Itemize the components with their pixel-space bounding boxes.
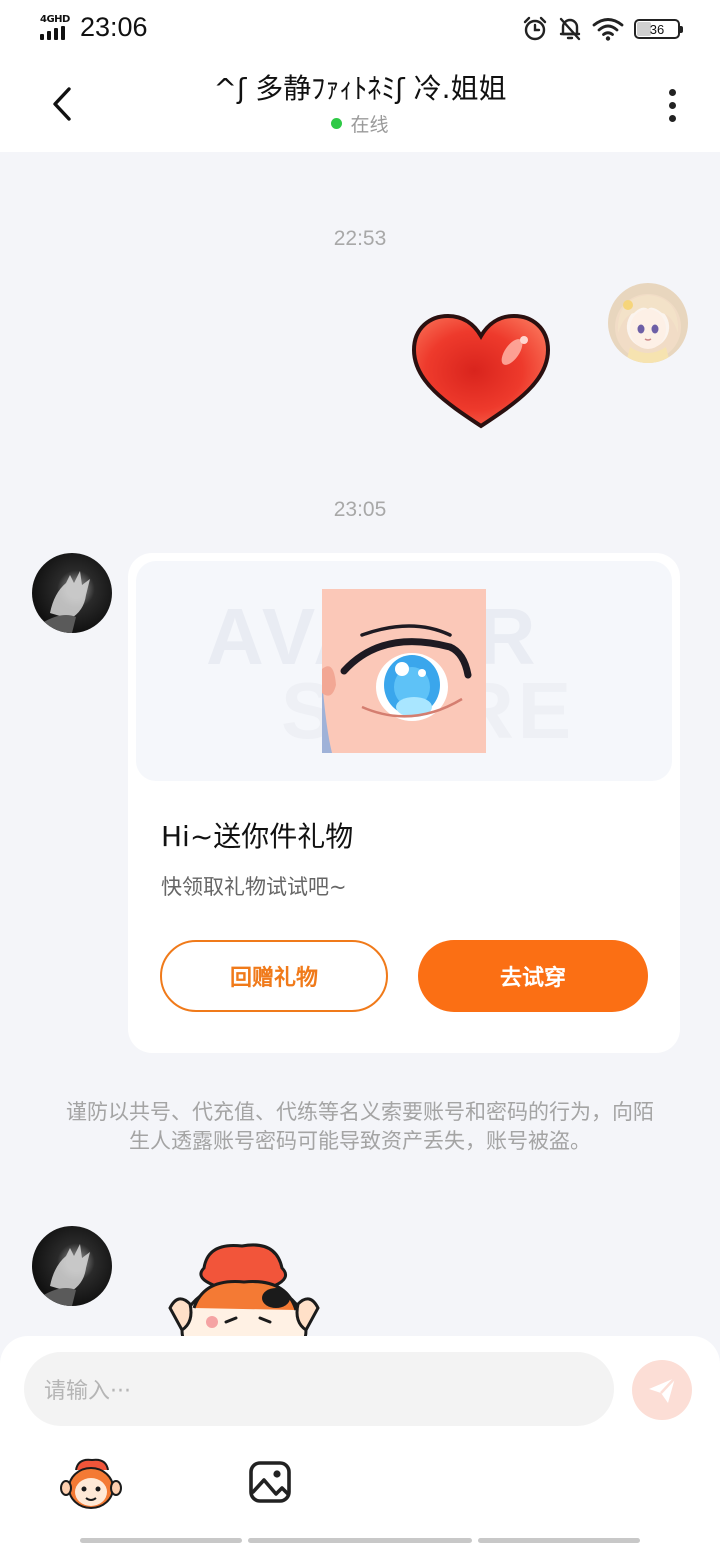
alarm-icon (523, 16, 547, 41)
status-icons: 36 (522, 14, 683, 44)
mute-bell-icon (559, 17, 581, 41)
gift-card-title: Hi~送你件礼物 (161, 820, 354, 853)
wifi-icon (592, 18, 624, 41)
chevron-left-icon (53, 87, 71, 121)
signal-bars-icon (40, 26, 72, 40)
gift-card-subtitle: 快领取礼物试试吧~ (161, 875, 347, 899)
gift-card[interactable]: AVATAR STORE Hi~送你件礼物 快领取礼物试试吧~ 回赠礼物 去试穿 (128, 553, 680, 1053)
online-dot-icon (331, 118, 343, 129)
monkey-heart-sticker[interactable] (164, 1238, 324, 1338)
chat-header: ^ʃ 多静ﾌｧｨﾄﾈﾐʃ 冷.姐姐 在线 (0, 58, 720, 152)
status-time: 23:06 (80, 12, 148, 42)
nav-gesture-bar (80, 1538, 242, 1543)
message-input[interactable]: 请输入··· (24, 1352, 614, 1426)
return-gift-button[interactable]: 回赠礼物 (160, 940, 388, 1012)
more-dot-icon (668, 101, 676, 109)
self-avatar[interactable] (608, 283, 688, 363)
try-on-button[interactable]: 去试穿 (418, 940, 648, 1012)
more-dot-icon (668, 114, 676, 122)
heart-sticker[interactable] (408, 312, 554, 432)
chat-title-area: ^ʃ 多静ﾌｧｨﾄﾈﾐʃ 冷.姐姐 在线 (110, 70, 610, 137)
contact-name: ^ʃ 多静ﾌｧｨﾄﾈﾐʃ 冷.姐姐 (213, 72, 507, 105)
hand-photo-avatar-icon (40, 1244, 90, 1306)
nav-gesture-bar (478, 1538, 640, 1543)
online-status: 在线 (110, 110, 610, 137)
message-composer: 请输入··· (0, 1336, 720, 1544)
back-button[interactable] (40, 82, 84, 126)
battery-level: 36 (649, 21, 665, 37)
signal-indicator: 4GHD (40, 14, 72, 40)
gift-preview-image: AVATAR STORE (136, 561, 672, 781)
anime-eye-item-icon (322, 589, 486, 753)
security-notice: 谨防以共号、代充值、代练等名义索要账号和密码的行为，向陌生人透露账号密码可能导致… (66, 1100, 654, 1153)
network-type: 4GHD (40, 14, 70, 25)
message-timestamp: 22:53 (333, 227, 387, 250)
monkey-sticker-icon[interactable] (60, 1456, 122, 1512)
more-dot-icon (668, 88, 676, 96)
send-plane-icon (649, 1377, 676, 1403)
battery-icon: 36 (634, 19, 683, 39)
status-bar: 4GHD 23:06 36 (0, 0, 720, 58)
more-options-button[interactable] (652, 82, 692, 128)
send-button[interactable] (632, 1360, 692, 1420)
message-timestamp: 23:05 (333, 498, 387, 521)
online-status-label: 在线 (350, 114, 389, 136)
nav-gesture-bar (248, 1538, 472, 1543)
anime-girl-avatar-icon (617, 295, 679, 363)
image-icon[interactable] (246, 1458, 294, 1506)
contact-avatar[interactable] (32, 553, 112, 633)
hand-photo-avatar-icon (40, 571, 90, 633)
contact-avatar[interactable] (32, 1226, 112, 1306)
